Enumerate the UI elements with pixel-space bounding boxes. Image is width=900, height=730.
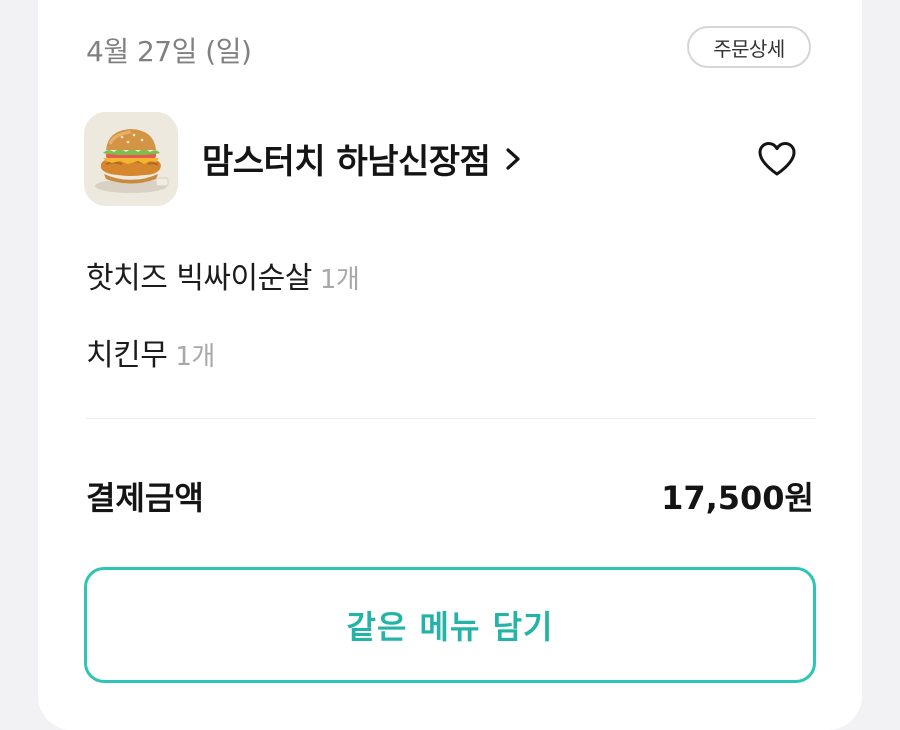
order-item-name: 핫치즈 빅싸이순살 (86, 261, 312, 296)
store-thumbnail[interactable] (84, 112, 178, 206)
store-name: 맘스터치 하남신장점 (202, 142, 491, 182)
store-link[interactable]: 맘스터치 하남신장점 (202, 134, 526, 183)
payment-label: 결제금액 (86, 479, 204, 517)
order-card: 4월 27일 (일) 주문상세 맘스터치 하남신장점 핫치즈 빅싸이순살 1개 … (38, 0, 862, 730)
order-date: 4월 27일 (일) (86, 35, 252, 68)
burger-image (84, 112, 178, 206)
reorder-same-menu-button[interactable]: 같은 메뉴 담기 (84, 567, 816, 683)
order-item-qty: 1개 (319, 265, 360, 295)
divider (86, 418, 816, 419)
order-item-qty: 1개 (175, 342, 215, 372)
chevron-right-icon (506, 147, 520, 170)
order-item: 치킨무 1개 (86, 330, 215, 374)
order-item: 핫치즈 빅싸이순살 1개 (86, 253, 360, 297)
order-detail-button[interactable]: 주문상세 (687, 26, 811, 68)
heart-outline-icon[interactable] (756, 140, 798, 178)
payment-amount: 17,500원 (661, 479, 814, 517)
order-item-name: 치킨무 (86, 338, 168, 373)
